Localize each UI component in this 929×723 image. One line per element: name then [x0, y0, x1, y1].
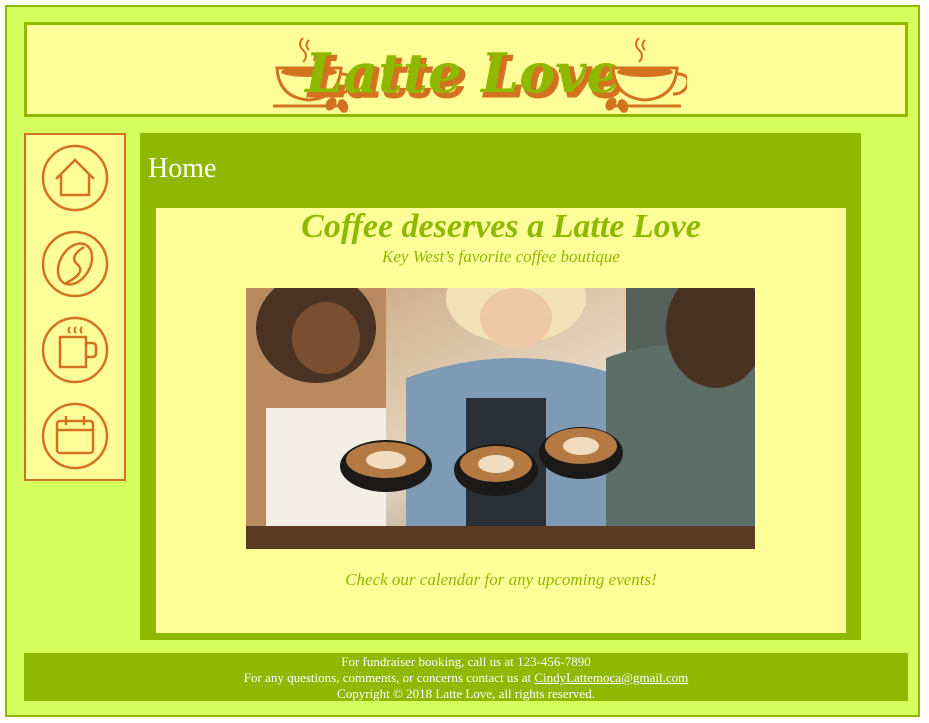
nav-coffee[interactable] — [40, 229, 110, 299]
footer-contact: For any questions, comments, or concerns… — [24, 670, 908, 686]
site-footer: For fundraiser booking, call us at 123-4… — [24, 653, 908, 701]
latte-love-logo[interactable]: Latte Love Latte Love — [247, 30, 687, 118]
main-panel: Home Coffee deserves a Latte Love Key We… — [140, 133, 861, 640]
side-nav — [24, 133, 126, 481]
footer-copyright: Copyright © 2018 Latte Love, all rights … — [337, 686, 595, 701]
coffee-mug-icon — [41, 316, 109, 384]
logo-text: Latte Love — [303, 41, 621, 105]
tagline: Key West’s favorite coffee boutique — [382, 247, 620, 266]
friends-coffee-photo — [246, 288, 755, 549]
page-container: Latte Love Latte Love Home Coffee deserv… — [5, 5, 920, 717]
footer-booking: For fundraiser booking, call us at 123-4… — [341, 654, 591, 669]
home-icon — [41, 144, 109, 212]
nav-menu[interactable] — [40, 315, 110, 385]
page-title: Home — [148, 153, 217, 184]
nav-calendar[interactable] — [40, 401, 110, 471]
content-area: Coffee deserves a Latte Love Key West’s … — [156, 208, 846, 633]
footer-contact-text: For any questions, comments, or concerns… — [243, 670, 535, 685]
nav-home[interactable] — [40, 143, 110, 213]
calendar-icon — [41, 402, 109, 470]
headline: Coffee deserves a Latte Love — [301, 208, 701, 245]
site-header: Latte Love Latte Love — [24, 22, 908, 117]
email-link[interactable]: CindyLattemoca@gmail.com — [534, 670, 688, 685]
events-note: Check our calendar for any upcoming even… — [345, 570, 657, 589]
coffee-bean-icon — [41, 230, 109, 298]
